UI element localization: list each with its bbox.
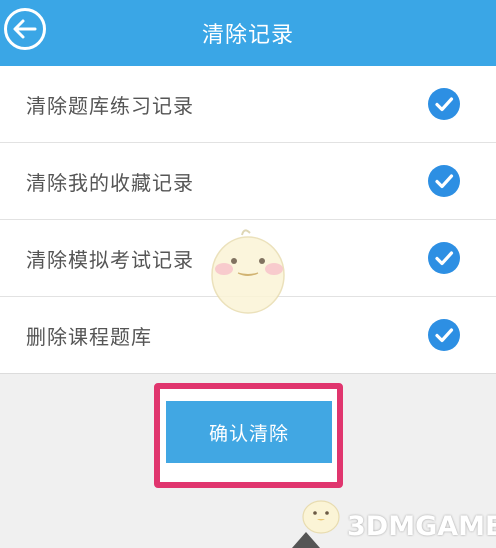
checkmark-icon[interactable] bbox=[428, 242, 460, 274]
checkmark-icon[interactable] bbox=[428, 319, 460, 351]
checkmark-icon[interactable] bbox=[428, 165, 460, 197]
header-bar: 清除记录 bbox=[0, 0, 496, 66]
checkmark-icon[interactable] bbox=[428, 88, 460, 120]
option-row-practice[interactable]: 清除题库练习记录 bbox=[0, 66, 496, 143]
watermark-logo-icon bbox=[302, 500, 340, 534]
option-label: 删除课程题库 bbox=[26, 325, 152, 349]
option-label: 清除我的收藏记录 bbox=[26, 171, 194, 195]
options-list: 清除题库练习记录 清除我的收藏记录 清除模拟考试记录 删除课程题库 bbox=[0, 66, 496, 374]
option-row-favorites[interactable]: 清除我的收藏记录 bbox=[0, 143, 496, 220]
confirm-clear-button[interactable]: 确认清除 bbox=[166, 401, 332, 463]
mascot-watermark-icon bbox=[211, 229, 285, 314]
option-label: 清除题库练习记录 bbox=[26, 94, 194, 118]
decorative-triangle bbox=[292, 532, 320, 548]
page-title: 清除记录 bbox=[201, 23, 294, 48]
watermark-text: 3DMGAME bbox=[347, 511, 496, 542]
option-label: 清除模拟考试记录 bbox=[26, 248, 194, 272]
